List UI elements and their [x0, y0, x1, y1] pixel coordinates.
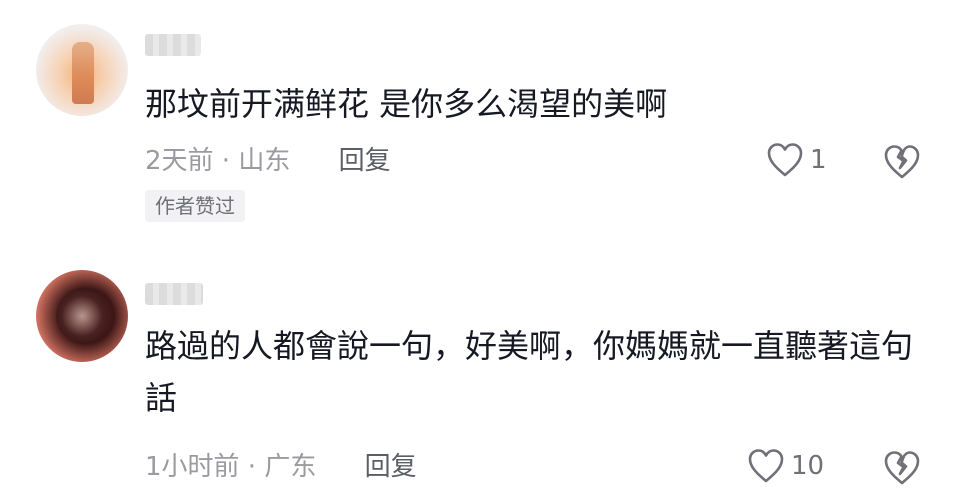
heart-icon: [767, 143, 803, 177]
comment-text: 那坟前开满鲜花 是你多么渴望的美啊: [145, 85, 668, 123]
username-blurred[interactable]: [145, 34, 201, 56]
comment-text: 路過的人都會說一句，好美啊，你媽媽就一直聽著這句話: [145, 327, 914, 417]
avatar[interactable]: [36, 270, 128, 362]
like-count: 1: [810, 145, 827, 175]
comment-item: 路過的人都會說一句，好美啊，你媽媽就一直聽著這句話 1小时前 · 广东 回复 1…: [0, 258, 960, 493]
comment-meta: 2天前 · 山东 回复: [145, 144, 391, 178]
comment-item: 那坟前开满鲜花 是你多么渴望的美啊 2天前 · 山东 回复 1 作者赞过: [0, 0, 960, 240]
time-location: 2天前 · 山东: [145, 146, 291, 176]
author-liked-badge: 作者赞过: [145, 190, 245, 222]
reply-button[interactable]: 回复: [339, 146, 391, 176]
time-location: 1小时前 · 广东: [145, 452, 317, 482]
like-button[interactable]: 1: [766, 142, 827, 178]
like-count: 10: [791, 451, 825, 481]
heart-icon: [748, 449, 784, 483]
reply-button[interactable]: 回复: [365, 452, 417, 482]
broken-heart-icon[interactable]: [882, 142, 922, 182]
broken-heart-icon[interactable]: [882, 448, 922, 488]
like-button[interactable]: 10: [747, 448, 824, 484]
username-blurred[interactable]: [145, 283, 203, 305]
comment-meta: 1小时前 · 广东 回复: [145, 450, 417, 484]
avatar[interactable]: [36, 24, 128, 116]
